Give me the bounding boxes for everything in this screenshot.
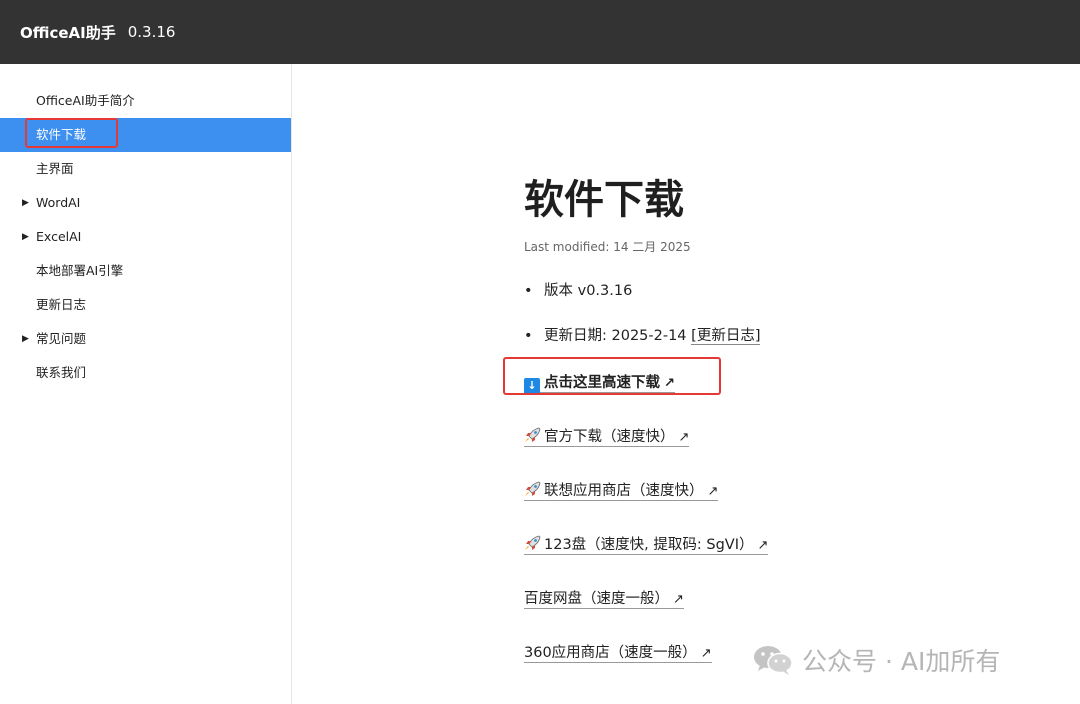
lenovo-store-link[interactable]: 联想应用商店（速度快） ↗ <box>524 481 719 501</box>
wechat-icon <box>754 646 793 675</box>
sidebar-item-label: 联系我们 <box>36 365 87 380</box>
list-item: • 版本 v0.3.16 <box>524 281 1044 301</box>
baidu-pan-link[interactable]: 百度网盘（速度一般） ↗ <box>524 591 684 609</box>
app-name[interactable]: OfficeAI助手 <box>20 22 116 43</box>
update-date-text: 更新日期: 2025-2-14 <box>544 328 692 344</box>
sidebar-item-wordai[interactable]: ▶ WordAI <box>0 186 291 220</box>
lenovo-store-row: 联想应用商店（速度快） ↗ <box>524 479 1044 503</box>
sidebar-item-label: 更新日志 <box>36 297 87 312</box>
sidebar-item-excelai[interactable]: ▶ ExcelAI <box>0 220 291 254</box>
link-label: 官方下载（速度快） <box>544 429 675 445</box>
changelog-link[interactable]: [更新日志] <box>691 328 761 345</box>
app-version: 0.3.16 <box>127 23 176 41</box>
bullet-dot: • <box>524 283 533 299</box>
highlight-box <box>25 118 118 148</box>
official-download-row: 官方下载（速度快） ↗ <box>524 425 1044 449</box>
version-text: 版本 v0.3.16 <box>544 283 633 299</box>
fast-download-row: ↓ 点击这里高速下载 ↗ <box>503 357 1044 395</box>
sidebar: OfficeAI助手简介 软件下载 主界面 ▶ WordAI ▶ ExcelAI… <box>0 64 292 704</box>
page-title: 软件下载 <box>524 177 684 223</box>
sidebar-item-contact[interactable]: 联系我们 <box>0 356 291 390</box>
sidebar-item-intro[interactable]: OfficeAI助手简介 <box>0 84 291 118</box>
store-360-link[interactable]: 360应用商店（速度一般） ↗ <box>524 645 712 663</box>
external-link-icon: ↗ <box>707 484 719 499</box>
official-download-link[interactable]: 官方下载（速度快） ↗ <box>524 427 690 447</box>
link-label: 联想应用商店（速度快） <box>544 483 704 499</box>
sidebar-item-label: ExcelAI <box>36 229 82 244</box>
link-label: 百度网盘（速度一般） <box>524 591 669 607</box>
info-list: • 版本 v0.3.16 • 更新日期: 2025-2-14 [更新日志] <box>524 281 1044 346</box>
sidebar-item-faq[interactable]: ▶ 常见问题 <box>0 322 291 356</box>
sidebar-item-local-engine[interactable]: 本地部署AI引擎 <box>0 254 291 288</box>
sidebar-item-label: 本地部署AI引擎 <box>36 263 124 278</box>
sidebar-item-download[interactable]: 软件下载 <box>0 118 291 152</box>
caret-right-icon[interactable]: ▶ <box>22 322 29 356</box>
rocket-icon <box>525 481 541 496</box>
sidebar-item-label: 常见问题 <box>36 331 87 346</box>
external-link-icon: ↗ <box>678 430 690 445</box>
caret-right-icon[interactable]: ▶ <box>22 220 29 254</box>
list-item: • 更新日期: 2025-2-14 [更新日志] <box>524 326 1044 346</box>
rocket-icon <box>525 427 541 442</box>
sidebar-item-label: 主界面 <box>36 161 74 176</box>
external-link-icon: ↗ <box>673 592 684 607</box>
rocket-icon <box>525 535 541 550</box>
sidebar-item-label: OfficeAI助手简介 <box>36 93 135 108</box>
top-bar: OfficeAI助手 0.3.16 <box>0 0 1080 64</box>
highlight-box <box>503 357 721 395</box>
sidebar-item-label: WordAI <box>36 195 81 210</box>
bullet-dot: • <box>524 328 533 344</box>
main-content: 软件下载 Last modified: 14 二月 2025 • 版本 v0.3… <box>293 64 1080 704</box>
caret-right-icon[interactable]: ▶ <box>22 186 29 220</box>
link-label: 360应用商店（速度一般） <box>524 645 697 661</box>
external-link-icon: ↗ <box>700 646 712 661</box>
link-label: 123盘（速度快, 提取码: SgVI） <box>544 537 754 553</box>
article: 软件下载 Last modified: 14 二月 2025 • 版本 v0.3… <box>503 174 1044 695</box>
pan123-row: 123盘（速度快, 提取码: SgVI） ↗ <box>524 533 1044 557</box>
watermark-text: 公众号 · AI加所有 <box>802 647 1001 676</box>
watermark: 公众号 · AI加所有 <box>752 640 1000 680</box>
pan123-link[interactable]: 123盘（速度快, 提取码: SgVI） ↗ <box>524 535 769 555</box>
last-modified: Last modified: 14 二月 2025 <box>524 240 691 254</box>
baidu-pan-row: 百度网盘（速度一般） ↗ <box>524 587 1044 611</box>
external-link-icon: ↗ <box>757 538 769 553</box>
sidebar-item-main-ui[interactable]: 主界面 <box>0 152 291 186</box>
sidebar-item-changelog[interactable]: 更新日志 <box>0 288 291 322</box>
